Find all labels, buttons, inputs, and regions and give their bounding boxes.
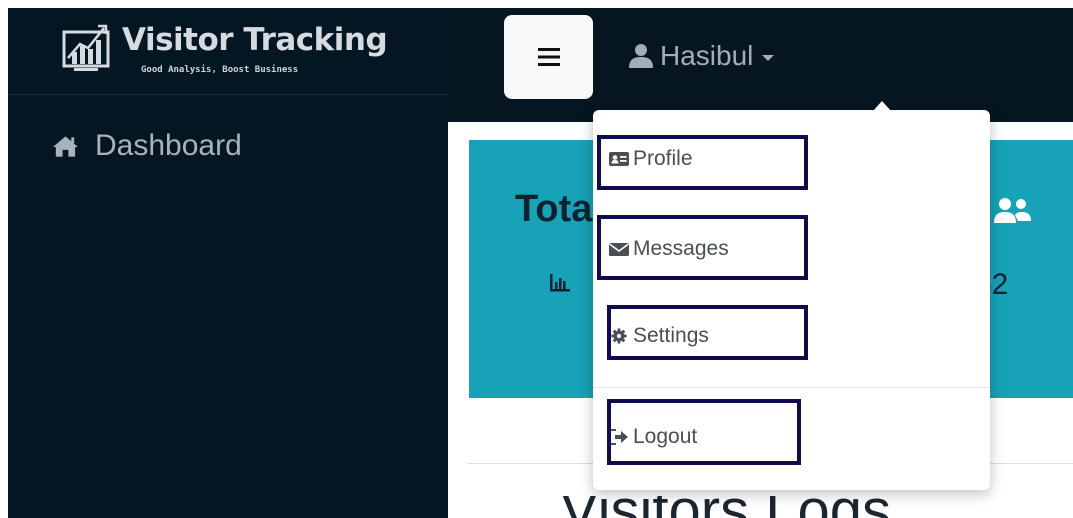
dropdown-item-profile[interactable]: Profile bbox=[609, 135, 693, 183]
dropdown-item-label: Messages bbox=[633, 237, 729, 260]
user-icon bbox=[629, 44, 653, 68]
dropdown-item-logout[interactable]: Logout bbox=[609, 413, 697, 461]
section-heading-partial: Visitors Logs bbox=[560, 496, 891, 518]
sidebar: Visitor Tracking Good Analysis, Boost Bu… bbox=[8, 8, 448, 518]
hamburger-icon bbox=[537, 48, 560, 66]
sign-out-icon bbox=[609, 429, 628, 445]
dropdown-item-label: Profile bbox=[633, 147, 693, 170]
dropdown-arrow bbox=[873, 101, 891, 111]
dropdown-divider bbox=[593, 387, 990, 388]
card-title: Tota bbox=[515, 188, 593, 230]
user-menu-toggle[interactable]: Hasibul bbox=[628, 36, 775, 76]
topbar: Hasibul bbox=[448, 8, 1073, 122]
dropdown-item-label: Settings bbox=[633, 324, 709, 347]
menu-toggle-button[interactable] bbox=[504, 15, 593, 99]
user-dropdown-menu: Profile Messages Settings Logout bbox=[593, 101, 990, 490]
envelope-icon bbox=[609, 243, 629, 256]
dropdown-item-messages[interactable]: Messages bbox=[609, 225, 729, 273]
home-icon bbox=[52, 136, 79, 157]
brand[interactable]: Visitor Tracking Good Analysis, Boost Bu… bbox=[8, 8, 448, 95]
caret-down-icon bbox=[762, 55, 775, 61]
gear-icon bbox=[611, 328, 627, 344]
sidebar-item-label: Dashboard bbox=[95, 129, 242, 162]
brand-title: Visitor Tracking bbox=[122, 22, 388, 58]
bar-chart-icon bbox=[550, 274, 570, 292]
brand-tagline: Good Analysis, Boost Business bbox=[141, 65, 299, 75]
brand-logo-icon bbox=[62, 24, 110, 71]
users-icon bbox=[994, 198, 1031, 223]
sidebar-item-dashboard[interactable]: Dashboard bbox=[52, 126, 242, 166]
username-label: Hasibul bbox=[660, 40, 754, 71]
dropdown-item-settings[interactable]: Settings bbox=[609, 312, 709, 360]
dropdown-item-label: Logout bbox=[633, 425, 698, 448]
id-card-icon bbox=[609, 152, 629, 166]
